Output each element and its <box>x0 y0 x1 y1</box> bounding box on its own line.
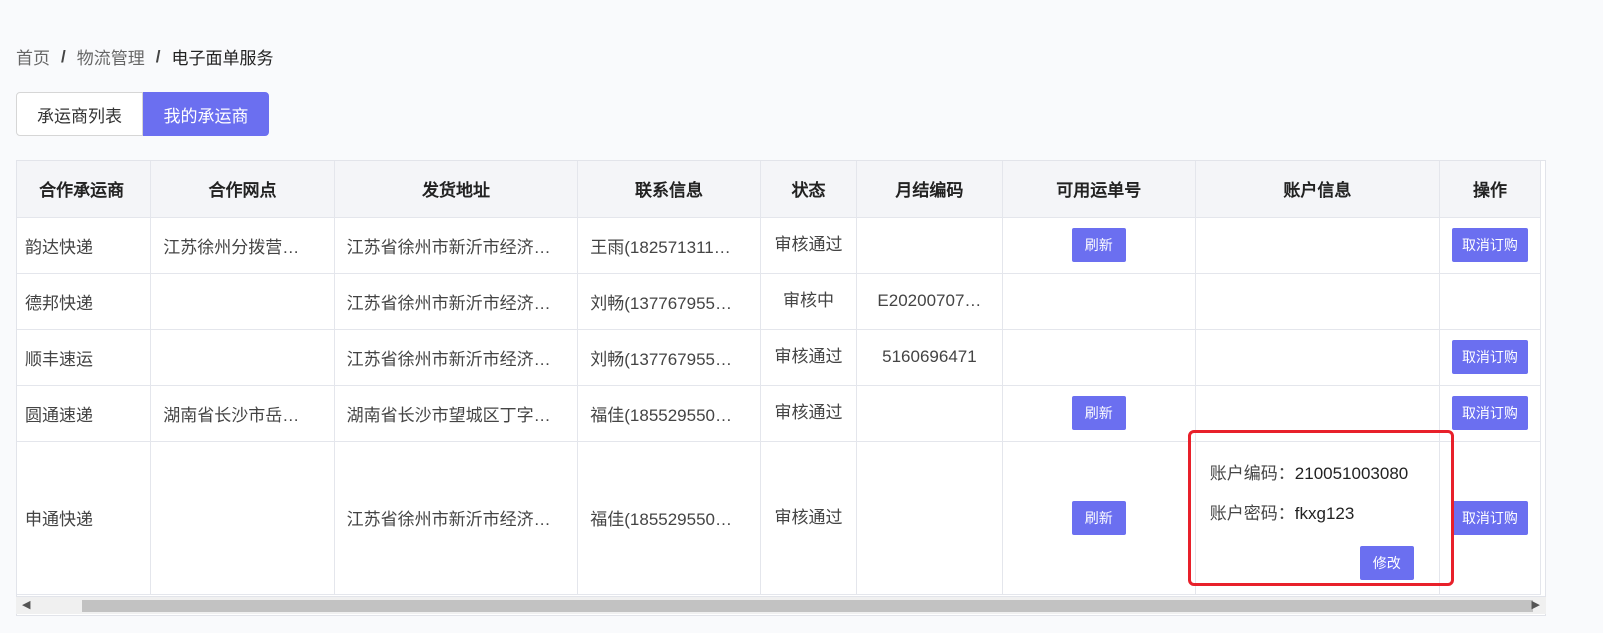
carrier-table: 合作承运商 合作网点 发货地址 联系信息 状态 月结编码 可用运单号 账户信息 … <box>16 160 1546 616</box>
cell-branch <box>150 329 335 386</box>
cell-monthly-code: E20200707… <box>856 273 1003 330</box>
cell-carrier: 申通快递 <box>17 441 152 595</box>
cell-account <box>1195 385 1440 442</box>
cell-monthly-code: 5160696471 <box>856 329 1003 386</box>
column-header-contact: 联系信息 <box>577 161 761 218</box>
cell-actions: 取消订购 <box>1439 441 1542 595</box>
table-row: 德邦快递 江苏省徐州市新沂市经济… 刘畅(137767955… 审核中 E202… <box>17 273 1542 330</box>
table-row: 圆通速递 湖南省长沙市岳… 湖南省长沙市望城区丁字… 福佳(185529550…… <box>17 385 1542 442</box>
cell-carrier: 韵达快递 <box>17 217 152 274</box>
cell-branch: 江苏徐州分拨营… <box>150 217 335 274</box>
account-info: 账户编码：210051003080 账户密码：fkxg123 修改 <box>1196 454 1439 582</box>
cancel-subscription-button[interactable]: 取消订购 <box>1451 340 1528 374</box>
breadcrumb: 首页 / 物流管理 / 电子面单服务 <box>16 44 273 69</box>
breadcrumb-logistics[interactable]: 物流管理 <box>77 44 145 69</box>
cell-carrier: 圆通速递 <box>17 385 152 442</box>
cell-address: 江苏省徐州市新沂市经济… <box>334 273 579 330</box>
modify-account-button[interactable]: 修改 <box>1359 545 1414 580</box>
column-header-account: 账户信息 <box>1195 161 1440 218</box>
breadcrumb-separator: / <box>155 46 161 66</box>
cell-status: 审核通过 <box>760 329 858 386</box>
cell-status: 审核中 <box>760 273 858 330</box>
breadcrumb-home[interactable]: 首页 <box>16 44 50 69</box>
cell-actions: 取消订购 <box>1439 385 1542 442</box>
cell-branch <box>150 441 335 595</box>
cell-actions <box>1439 273 1542 330</box>
cell-status: 审核通过 <box>760 441 858 595</box>
account-code-label: 账户编码： <box>1209 463 1295 483</box>
table-row: 顺丰速运 江苏省徐州市新沂市经济… 刘畅(137767955… 审核通过 516… <box>17 329 1542 386</box>
table-row: 申通快递 江苏省徐州市新沂市经济… 福佳(185529550… 审核通过 刷新 … <box>17 441 1542 595</box>
tab-carrier-list[interactable]: 承运商列表 <box>16 92 143 136</box>
account-password-label: 账户密码： <box>1209 503 1295 523</box>
cell-contact: 王雨(182571311… <box>577 217 761 274</box>
scroll-left-icon[interactable]: ◀ <box>22 598 30 611</box>
account-code-value: 210051003080 <box>1294 463 1409 483</box>
cell-account: 账户编码：210051003080 账户密码：fkxg123 修改 <box>1195 441 1440 595</box>
account-password-line: 账户密码：fkxg123 <box>1210 494 1439 534</box>
column-header-actions: 操作 <box>1439 161 1542 218</box>
cell-waybill <box>1002 273 1196 330</box>
cell-status: 审核通过 <box>760 217 858 274</box>
carrier-tabs: 承运商列表 我的承运商 <box>16 92 269 136</box>
cell-contact: 刘畅(137767955… <box>577 329 761 386</box>
cell-account <box>1195 217 1440 274</box>
cell-status: 审核通过 <box>760 385 858 442</box>
column-header-status: 状态 <box>760 161 858 218</box>
column-header-address: 发货地址 <box>334 161 579 218</box>
cell-monthly-code <box>856 441 1003 595</box>
cell-contact: 福佳(185529550… <box>577 441 761 595</box>
horizontal-scrollbar[interactable]: ◀ ▶ <box>16 596 1546 614</box>
cell-carrier: 顺丰速运 <box>17 329 152 386</box>
cell-carrier: 德邦快递 <box>17 273 152 330</box>
cell-waybill: 刷新 <box>1002 385 1196 442</box>
cell-account <box>1195 329 1440 386</box>
cell-monthly-code <box>856 385 1003 442</box>
refresh-button[interactable]: 刷新 <box>1071 500 1126 535</box>
cell-waybill: 刷新 <box>1002 441 1196 595</box>
breadcrumb-separator: / <box>61 46 66 66</box>
breadcrumb-current: 电子面单服务 <box>171 49 274 68</box>
cell-contact: 刘畅(137767955… <box>577 273 761 330</box>
cell-address: 江苏省徐州市新沂市经济… <box>334 441 579 595</box>
cell-address: 湖南省长沙市望城区丁字… <box>334 385 579 442</box>
column-header-carrier: 合作承运商 <box>17 161 152 218</box>
account-code-line: 账户编码：210051003080 <box>1210 454 1439 494</box>
column-header-waybill: 可用运单号 <box>1002 161 1196 218</box>
cell-waybill <box>1002 329 1196 386</box>
column-header-monthly-code: 月结编码 <box>856 161 1003 218</box>
cell-branch: 湖南省长沙市岳… <box>150 385 335 442</box>
scrollbar-thumb[interactable] <box>82 600 1533 612</box>
table-header-row: 合作承运商 合作网点 发货地址 联系信息 状态 月结编码 可用运单号 账户信息 … <box>17 161 1542 218</box>
cancel-subscription-button[interactable]: 取消订购 <box>1451 228 1528 262</box>
cell-address: 江苏省徐州市新沂市经济… <box>334 217 579 274</box>
cancel-subscription-button[interactable]: 取消订购 <box>1451 500 1528 535</box>
cell-branch <box>150 273 335 330</box>
refresh-button[interactable]: 刷新 <box>1071 396 1126 430</box>
scroll-right-icon[interactable]: ▶ <box>1532 598 1540 611</box>
cell-account <box>1195 273 1440 330</box>
column-header-branch: 合作网点 <box>150 161 335 218</box>
cell-actions: 取消订购 <box>1439 329 1542 386</box>
cancel-subscription-button[interactable]: 取消订购 <box>1451 396 1528 430</box>
table-row: 韵达快递 江苏徐州分拨营… 江苏省徐州市新沂市经济… 王雨(182571311…… <box>17 217 1542 274</box>
cell-contact: 福佳(185529550… <box>577 385 761 442</box>
refresh-button[interactable]: 刷新 <box>1071 228 1126 262</box>
tab-my-carriers[interactable]: 我的承运商 <box>143 92 269 136</box>
cell-monthly-code <box>856 217 1003 274</box>
account-password-value: fkxg123 <box>1294 503 1355 523</box>
cell-address: 江苏省徐州市新沂市经济… <box>334 329 579 386</box>
cell-actions: 取消订购 <box>1439 217 1542 274</box>
cell-waybill: 刷新 <box>1002 217 1196 274</box>
